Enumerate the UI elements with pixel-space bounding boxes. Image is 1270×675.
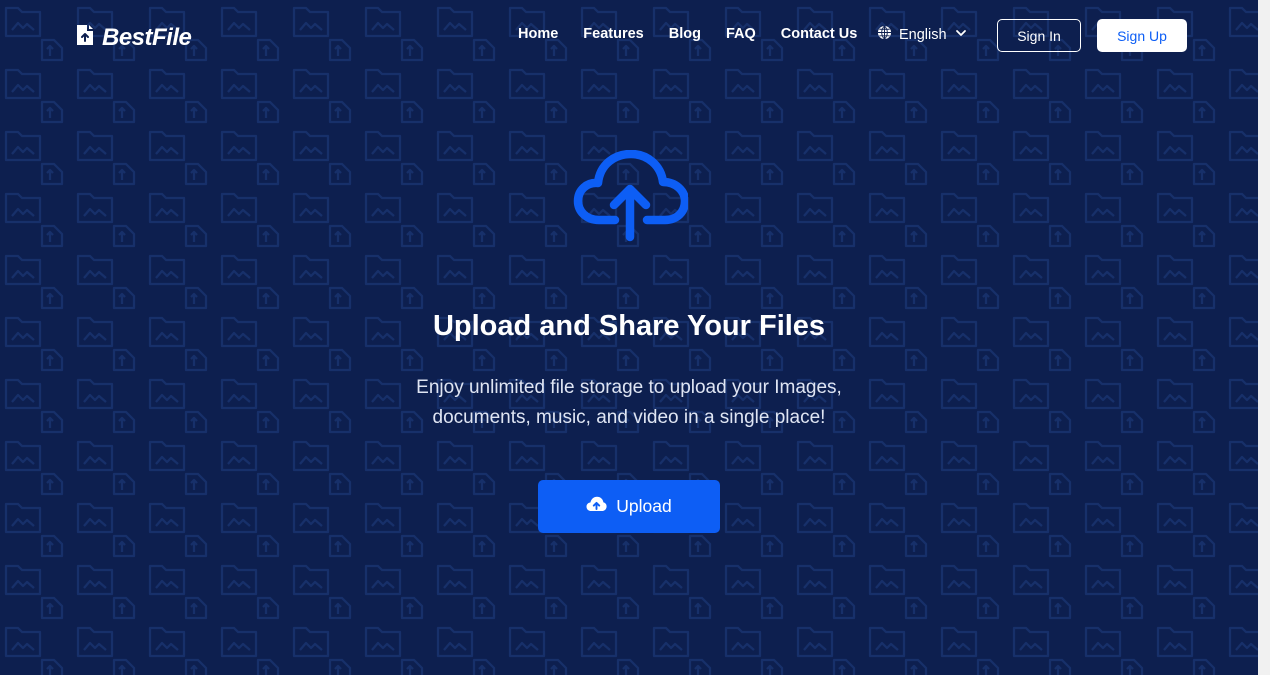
upload-button[interactable]: Upload (538, 480, 720, 533)
hero-section: BestFile Home Features Blog FAQ Contact … (0, 0, 1258, 675)
cloud-upload-icon (573, 149, 690, 245)
language-selector[interactable]: English (877, 25, 968, 44)
sign-up-button[interactable]: Sign Up (1097, 19, 1187, 52)
main-nav: Home Features Blog FAQ Contact Us (518, 26, 882, 42)
nav-link-home[interactable]: Home (518, 26, 558, 42)
brand-logo[interactable]: BestFile (74, 22, 192, 53)
upload-button-label: Upload (616, 496, 672, 516)
sign-in-button[interactable]: Sign In (997, 19, 1081, 52)
page: BestFile Home Features Blog FAQ Contact … (0, 0, 1270, 675)
hero-title: Upload and Share Your Files (432, 310, 826, 342)
nav-link-contact-us[interactable]: Contact Us (781, 26, 858, 42)
chevron-down-icon (954, 26, 968, 44)
globe-icon (877, 25, 892, 44)
navbar: BestFile Home Features Blog FAQ Contact … (0, 0, 1258, 70)
nav-link-blog[interactable]: Blog (669, 26, 701, 42)
brand-name: BestFile (102, 23, 192, 51)
language-label: English (899, 26, 947, 43)
nav-link-features[interactable]: Features (583, 26, 643, 42)
nav-link-faq[interactable]: FAQ (726, 26, 756, 42)
hero-subtitle: Enjoy unlimited file storage to upload y… (416, 377, 842, 428)
scrollbar[interactable] (1258, 0, 1270, 675)
file-upload-icon (74, 22, 98, 53)
cloud-upload-icon (586, 496, 607, 517)
